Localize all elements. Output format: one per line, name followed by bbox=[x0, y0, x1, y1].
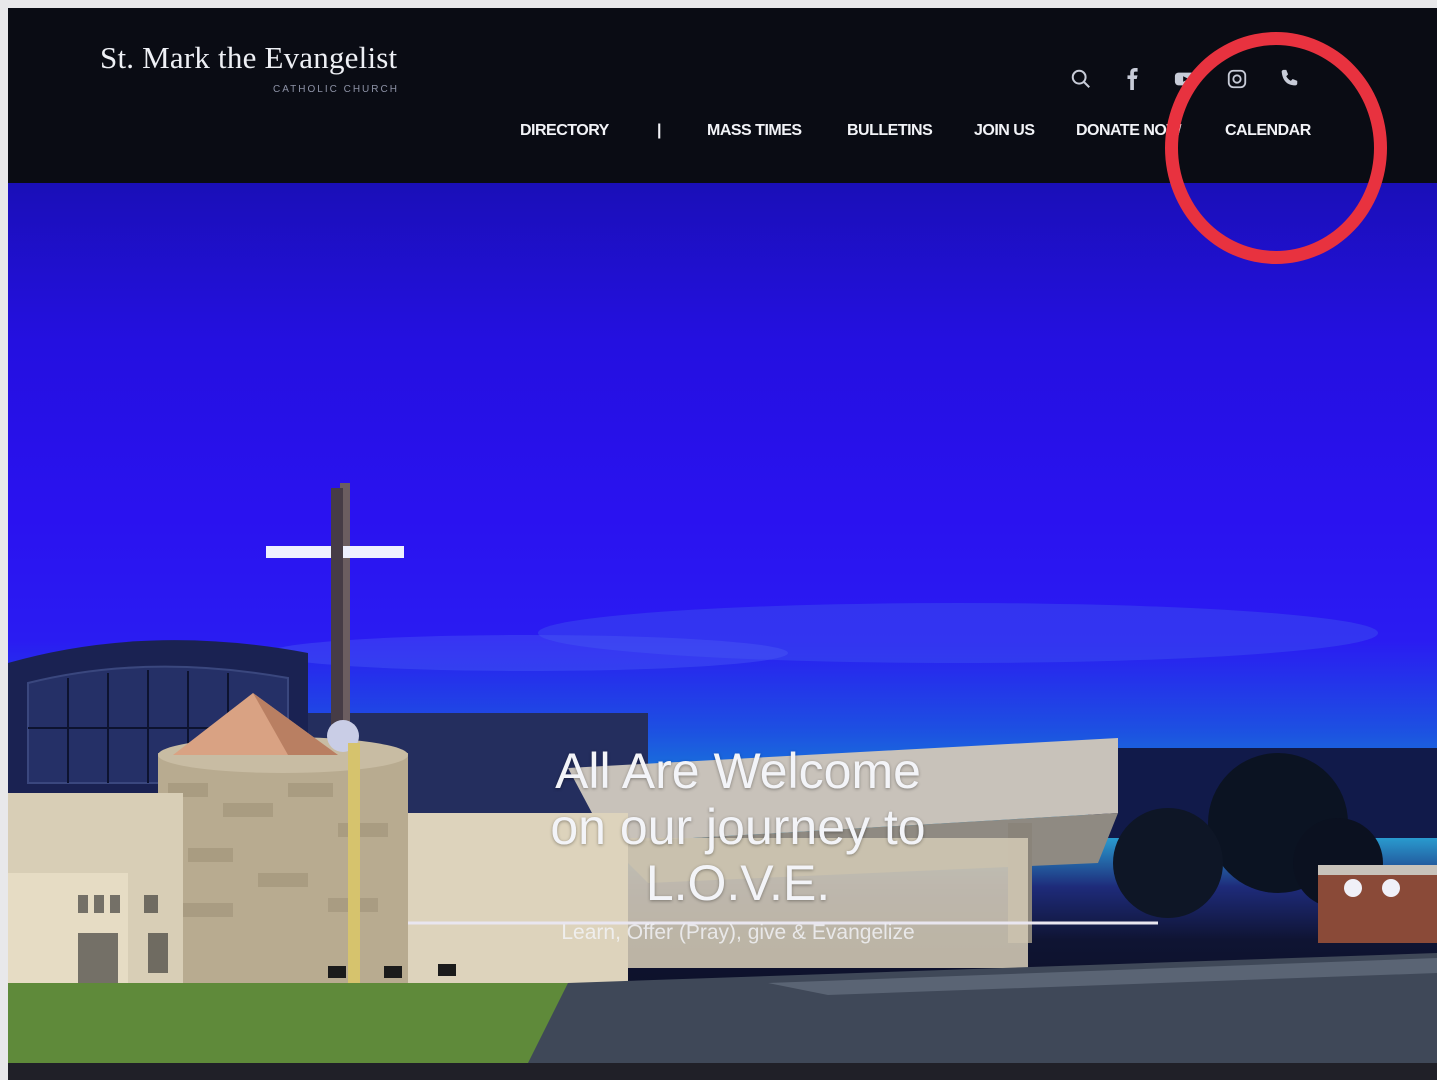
nav-separator: | bbox=[657, 122, 662, 139]
nav-directory[interactable]: DIRECTORY bbox=[520, 122, 609, 140]
main-nav: DIRECTORY | MASS TIMES BULLETINS JOIN US… bbox=[8, 122, 1437, 152]
phone-icon[interactable] bbox=[1276, 66, 1302, 92]
hero-banner: All Are Welcome on our journey to L.O.V.… bbox=[8, 183, 1437, 1063]
site-logo-title[interactable]: St. Mark the Evangelist bbox=[100, 40, 397, 76]
nav-join-us[interactable]: JOIN US bbox=[974, 122, 1035, 140]
nav-mass-times[interactable]: MASS TIMES bbox=[707, 122, 802, 140]
site-header: St. Mark the Evangelist CATHOLIC CHURCH … bbox=[8, 8, 1437, 183]
screen-bottom-edge bbox=[8, 1063, 1437, 1080]
nav-calendar[interactable]: CALENDAR bbox=[1225, 122, 1311, 140]
header-icon-bar bbox=[1068, 66, 1302, 92]
instagram-icon[interactable] bbox=[1224, 66, 1250, 92]
hero-headline-line-1: All Are Welcome bbox=[555, 743, 921, 799]
hero-headline-line-2: on our journey to bbox=[550, 799, 926, 855]
hero-text-block: All Are Welcome on our journey to L.O.V.… bbox=[478, 743, 998, 945]
hero-tagline: Learn, Offer (Pray), give & Evangelize bbox=[561, 921, 915, 944]
browser-screen: St. Mark the Evangelist CATHOLIC CHURCH … bbox=[8, 8, 1437, 1080]
nav-donate-now[interactable]: DONATE NOW bbox=[1076, 122, 1181, 140]
facebook-icon[interactable] bbox=[1120, 66, 1146, 92]
nav-bulletins[interactable]: BULLETINS bbox=[847, 122, 933, 140]
site-logo-subtitle: CATHOLIC CHURCH bbox=[273, 84, 399, 95]
youtube-icon[interactable] bbox=[1172, 66, 1198, 92]
hero-headline-line-3: L.O.V.E. bbox=[645, 855, 831, 911]
search-icon[interactable] bbox=[1068, 66, 1094, 92]
